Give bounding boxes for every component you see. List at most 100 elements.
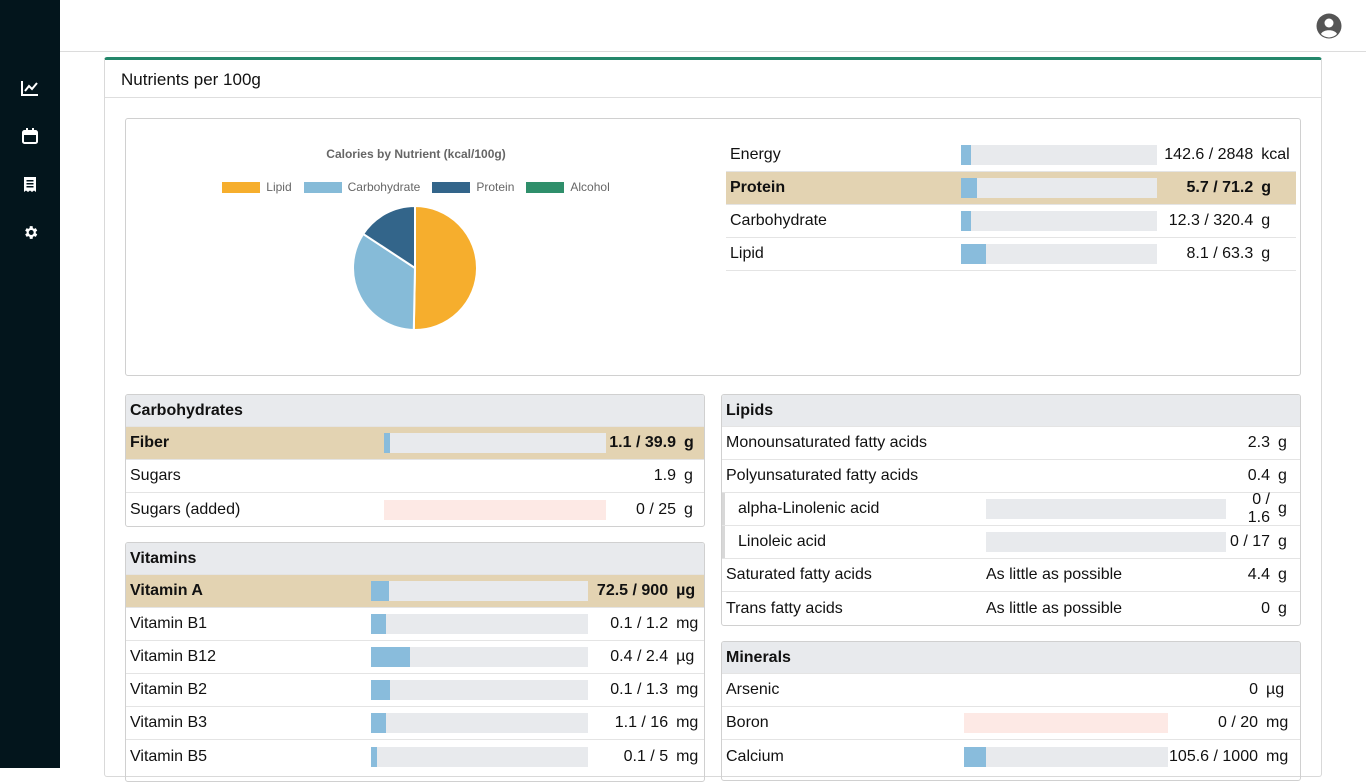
nav-settings-button[interactable]: [20, 222, 40, 242]
nutrient-row-linoleic-acid[interactable]: Linoleic acid 0 / 17 g: [722, 526, 1300, 559]
nutrient-value: 2.3: [1247, 434, 1270, 451]
nutrient-row-fiber[interactable]: Fiber 1.1 / 39.9 g: [126, 427, 704, 460]
nutrient-row-vitamin-b1[interactable]: Vitamin B1 0.1 / 1.2 mg: [126, 608, 704, 641]
nutrient-name: Vitamin B2: [130, 681, 208, 698]
nutrients-card: Nutrients per 100g Calories by Nutrient …: [104, 57, 1322, 782]
progress-bar: [986, 499, 1226, 519]
nav-calendar-button[interactable]: [20, 126, 40, 146]
progress-bar: [371, 647, 589, 667]
legend-swatch: [526, 181, 565, 193]
legend-item-alcohol[interactable]: Alcohol: [526, 180, 610, 194]
nutrient-unit: mg: [676, 681, 699, 698]
progress-bar: [961, 211, 1157, 231]
lipids-section: Lipids Monounsaturated fatty acids 2.3 g Pol…: [721, 394, 1301, 626]
nutrient-name: Linoleic acid: [738, 533, 827, 550]
nutrient-value: 0.4 / 2.4: [610, 648, 669, 665]
chart-title: Calories by Nutrient (kcal/100g): [326, 147, 506, 161]
progress-bar: [371, 680, 589, 700]
nutrient-value: 0 / 17: [1229, 533, 1270, 550]
nutrient-unit: g: [684, 434, 694, 451]
nutrient-row-monounsaturated-fatty-acids[interactable]: Monounsaturated fatty acids 2.3 g: [722, 427, 1300, 460]
nutrient-name: Carbohydrate: [730, 212, 827, 229]
progress-bar: [986, 532, 1226, 552]
nav-recipes-button[interactable]: [20, 174, 40, 194]
sidebar: [0, 0, 60, 768]
nutrient-note: As little as possible: [986, 566, 1123, 583]
progress-fill: [961, 244, 987, 264]
progress-fill: [961, 145, 972, 165]
nutrient-unit: mg: [1266, 747, 1289, 765]
nutrient-name: Calcium: [726, 747, 784, 765]
vitamins-section: Vitamins Vitamin A 72.5 / 900 µg Vitamin B1 0…: [125, 542, 705, 782]
nutrient-unit: g: [1261, 179, 1272, 196]
nutrient-row-trans-fatty-acids[interactable]: Trans fatty acids As little as possible 0 g: [722, 592, 1300, 625]
nutrient-unit: g: [1278, 533, 1287, 550]
legend-swatch: [303, 181, 342, 193]
nutrient-row-boron[interactable]: Boron 0 / 20 mg: [722, 707, 1300, 740]
nutrient-unit: µg: [1266, 681, 1285, 698]
nutrient-row-vitamin-a[interactable]: Vitamin A 72.5 / 900 µg: [126, 575, 704, 608]
nutrient-name: Vitamin B12: [130, 648, 216, 665]
calories-pie-chart: [352, 205, 478, 331]
nutrient-row-alpha-linolenic-acid[interactable]: alpha-Linolenic acid 0 / 1.6 g: [722, 491, 1300, 526]
nutrient-name: Protein: [730, 179, 786, 196]
nutrient-unit: kcal: [1261, 146, 1290, 163]
nutrient-value: 0.4: [1247, 467, 1270, 484]
macro-table: Energy 142.6 / 2848 kcal Protein 5.7 / 71.2 g…: [726, 139, 1296, 271]
card-title: Nutrients per 100g: [105, 60, 1321, 98]
chart-legend: Lipid Carbohydrate Protein Alcohol: [126, 180, 706, 194]
progress-fill: [964, 746, 986, 767]
nutrient-name: Arsenic: [726, 681, 780, 698]
nutrient-value: 0.1 / 1.2: [610, 615, 669, 632]
nutrient-value: 1.1 / 39.9: [609, 434, 676, 451]
nutrient-row-sugars-added[interactable]: Sugars (added) 0 / 25 g: [126, 493, 704, 526]
nutrient-value: 0: [1261, 599, 1270, 617]
nutrient-value: 4.4: [1247, 566, 1270, 583]
legend-item-carbohydrate[interactable]: Carbohydrate: [303, 180, 421, 194]
nav-trends-button[interactable]: [20, 78, 40, 98]
nutrient-value: 105.6 / 1000: [1169, 747, 1258, 765]
pie-slice-lipid[interactable]: [412, 205, 478, 331]
nutrient-row-vitamin-b12[interactable]: Vitamin B12 0.4 / 2.4 µg: [126, 641, 704, 674]
nutrient-row-vitamin-b5[interactable]: Vitamin B5 0.1 / 5 mg: [126, 740, 704, 773]
macro-row-energy[interactable]: Energy 142.6 / 2848 kcal: [726, 139, 1296, 172]
nutrient-value: 8.1 / 63.3: [1186, 245, 1254, 262]
nutrient-row-vitamin-b2[interactable]: Vitamin B2 0.1 / 1.3 mg: [126, 674, 704, 707]
macro-row-lipid[interactable]: Lipid 8.1 / 63.3 g: [726, 238, 1296, 271]
nutrient-row-arsenic[interactable]: Arsenic 0 µg: [722, 674, 1300, 707]
nutrient-unit: mg: [1266, 714, 1289, 731]
nutrient-row-vitamin-b3[interactable]: Vitamin B3 1.1 / 16 mg: [126, 707, 704, 740]
nutrient-row-saturated-fatty-acids[interactable]: Saturated fatty acids As little as possib…: [722, 559, 1300, 592]
nutrient-unit: g: [1261, 245, 1271, 262]
macro-row-protein[interactable]: Protein 5.7 / 71.2 g: [726, 172, 1296, 205]
progress-bar: [964, 746, 1168, 767]
legend-item-lipid[interactable]: Lipid: [222, 180, 292, 194]
user-menu-button[interactable]: [1316, 13, 1342, 39]
summary-panel: Calories by Nutrient (kcal/100g) Lipid Ca…: [125, 118, 1301, 376]
macro-row-carbohydrate[interactable]: Carbohydrate 12.3 / 320.4 g: [726, 205, 1296, 238]
progress-fill: [371, 746, 377, 767]
nutrient-unit: g: [1278, 599, 1287, 617]
legend-label: Carbohydrate: [347, 180, 421, 194]
nutrient-name: Sugars (added): [130, 500, 241, 518]
user-circle-icon: [1316, 13, 1342, 39]
nutrient-value: 1.9: [653, 467, 676, 484]
progress-fill: [384, 433, 391, 453]
nutrient-row-sugars[interactable]: Sugars 1.9 g: [126, 460, 704, 493]
nutrient-value: 0.1 / 1.3: [610, 681, 669, 698]
legend-item-protein[interactable]: Protein: [432, 180, 514, 194]
nutrient-name: Polyunsaturated fatty acids: [726, 467, 919, 484]
progress-fill: [371, 680, 390, 700]
progress-fill: [961, 211, 972, 231]
progress-bar: [961, 145, 1157, 165]
nutrient-name: Vitamin B5: [130, 747, 208, 765]
nutrient-name: Energy: [730, 146, 781, 163]
calendar-icon: [22, 128, 38, 144]
section-title: Minerals: [722, 642, 1300, 674]
nutrient-value: 5.7 / 71.2: [1186, 179, 1254, 196]
nutrient-row-calcium[interactable]: Calcium 105.6 / 1000 mg: [722, 740, 1300, 773]
gear-icon: [24, 225, 37, 239]
progress-bar: [961, 178, 1157, 198]
nutrient-row-polyunsaturated-fatty-acids[interactable]: Polyunsaturated fatty acids 0.4 g: [722, 460, 1300, 493]
nutrient-name: Lipid: [730, 245, 764, 262]
